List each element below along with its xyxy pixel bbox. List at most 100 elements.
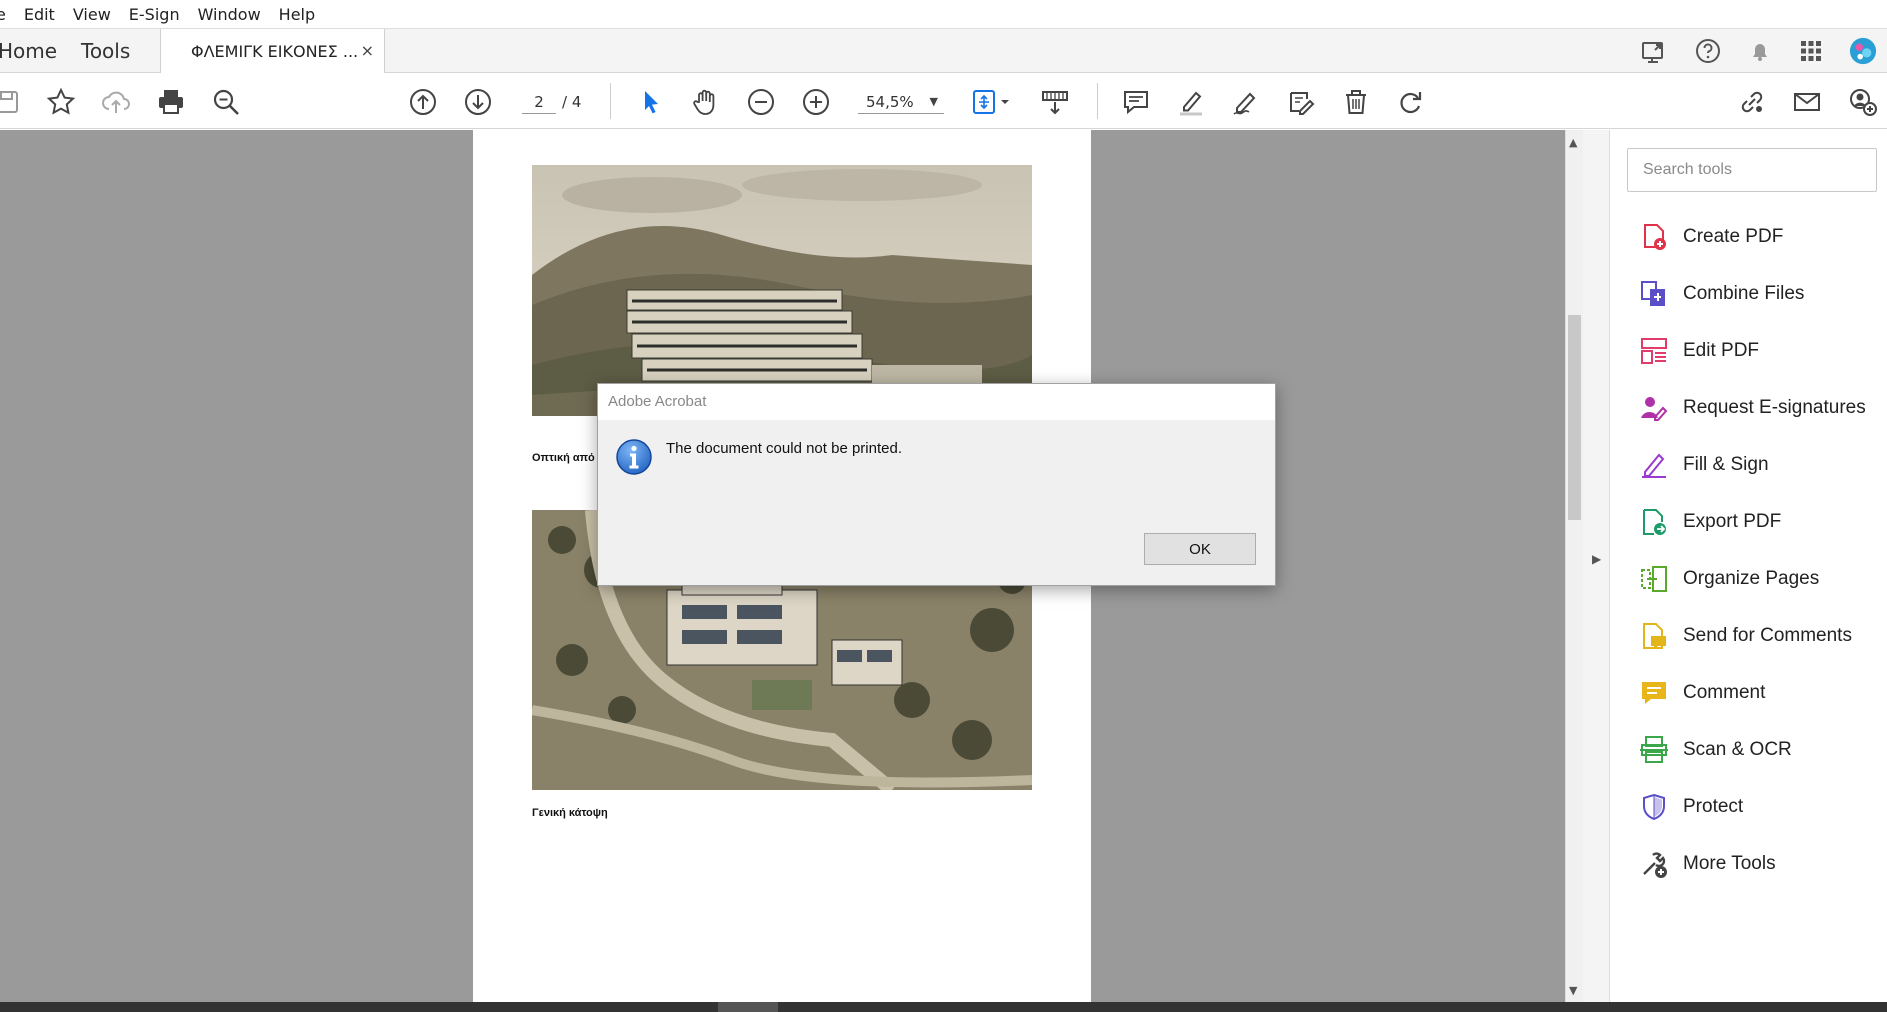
upload-cloud-icon[interactable]: [101, 87, 131, 117]
next-page-icon[interactable]: [463, 87, 493, 117]
send-comments-icon: [1637, 619, 1671, 653]
hand-tool-icon[interactable]: [691, 87, 721, 117]
scroll-down-arrow-icon[interactable]: ▼: [1569, 984, 1577, 997]
tools-panel: ▶ Search tools Create PDF Combine Files …: [1583, 130, 1887, 1002]
edit-pdf-icon: [1637, 334, 1671, 368]
request-esign-icon: [1637, 391, 1671, 425]
tool-label: Send for Comments: [1683, 625, 1852, 646]
panel-collapse-strip[interactable]: ▶: [1583, 130, 1610, 1002]
edit-text-icon[interactable]: [1286, 87, 1316, 117]
page-total: / 4: [562, 93, 582, 111]
tool-label: Combine Files: [1683, 283, 1805, 304]
rotate-icon[interactable]: [1396, 87, 1426, 117]
tool-label: Comment: [1683, 682, 1766, 703]
tool-label: Protect: [1683, 796, 1744, 817]
menu-file[interactable]: e: [0, 5, 15, 24]
protect-icon: [1637, 790, 1671, 824]
tool-label: Organize Pages: [1683, 568, 1820, 589]
draw-freehand-icon[interactable]: [1231, 87, 1261, 117]
tool-label: More Tools: [1683, 853, 1776, 874]
combine-files-icon: [1637, 277, 1671, 311]
menu-view[interactable]: View: [64, 5, 120, 24]
scroll-mode-icon[interactable]: [1040, 87, 1070, 117]
menu-help[interactable]: Help: [270, 5, 324, 24]
dialog-title: Adobe Acrobat: [598, 384, 1275, 420]
fit-page-icon[interactable]: [970, 87, 1014, 117]
toolbar-divider: [1097, 83, 1098, 119]
search-tools-input[interactable]: Search tools: [1627, 148, 1877, 192]
main-toolbar: 2 / 4 54,5% ▼: [0, 73, 1887, 129]
chevron-right-icon[interactable]: ▶: [1592, 552, 1601, 566]
previous-page-icon[interactable]: [408, 87, 438, 117]
save-icon[interactable]: [0, 87, 22, 117]
tab-document-title: ΦΛΕΜΙΓΚ ΕΙΚΟΝΕΣ ...: [191, 42, 359, 61]
delete-trash-icon[interactable]: [1341, 87, 1371, 117]
tool-send-for-comments[interactable]: Send for Comments: [1637, 616, 1877, 656]
fill-sign-icon: [1637, 448, 1671, 482]
export-pdf-icon: [1637, 505, 1671, 539]
page-number-input[interactable]: 2: [522, 90, 556, 114]
tool-comment[interactable]: Comment: [1637, 673, 1877, 713]
tool-label: Request E-signatures: [1683, 397, 1866, 418]
rendering-hillside-photo: [532, 165, 1032, 416]
tool-scan-ocr[interactable]: Scan & OCR: [1637, 730, 1877, 770]
tab-home[interactable]: Home: [0, 39, 57, 63]
tool-protect[interactable]: Protect: [1637, 787, 1877, 827]
photo-caption: Οπτική από: [532, 452, 595, 464]
highlight-pen-icon[interactable]: [1176, 87, 1206, 117]
find-zoom-icon[interactable]: [211, 87, 241, 117]
zoom-out-icon[interactable]: [746, 87, 776, 117]
ok-button[interactable]: OK: [1144, 533, 1256, 565]
chevron-down-icon: ▼: [929, 95, 938, 108]
acrobat-window: e Edit View E-Sign Window Help Home Tool…: [0, 0, 1887, 1012]
tool-export-pdf[interactable]: Export PDF: [1637, 502, 1877, 542]
info-icon: [615, 438, 653, 476]
scroll-up-arrow-icon[interactable]: ▲: [1569, 136, 1577, 149]
zoom-in-icon[interactable]: [801, 87, 831, 117]
menu-edit[interactable]: Edit: [15, 5, 64, 24]
error-dialog: Adobe Acrobat The document could not be …: [597, 383, 1276, 586]
tab-bar: Home Tools ΦΛΕΜΙΓΚ ΕΙΚΟΝΕΣ ... ×: [0, 28, 1887, 74]
share-screen-icon[interactable]: [1640, 37, 1668, 65]
notifications-bell-icon[interactable]: [1746, 37, 1774, 65]
photo-caption: Γενική κάτοψη: [532, 807, 608, 819]
email-envelope-icon[interactable]: [1792, 87, 1822, 117]
tab-document[interactable]: ΦΛΕΜΙΓΚ ΕΙΚΟΝΕΣ ... ×: [160, 29, 385, 74]
tool-edit-pdf[interactable]: Edit PDF: [1637, 331, 1877, 371]
add-user-icon[interactable]: [1847, 87, 1877, 117]
tool-label: Export PDF: [1683, 511, 1782, 532]
tool-create-pdf[interactable]: Create PDF: [1637, 217, 1877, 257]
tab-tools[interactable]: Tools: [81, 39, 130, 63]
tool-combine-files[interactable]: Combine Files: [1637, 274, 1877, 314]
avatar[interactable]: [1849, 37, 1877, 65]
help-icon[interactable]: [1694, 37, 1722, 65]
zoom-level-dropdown[interactable]: 54,5% ▼: [858, 90, 944, 114]
select-cursor-icon[interactable]: [636, 87, 666, 117]
tool-fill-sign[interactable]: Fill & Sign: [1637, 445, 1877, 485]
scrollbar-thumb[interactable]: [1568, 315, 1581, 520]
comment-icon: [1637, 676, 1671, 710]
apps-grid-icon[interactable]: [1797, 37, 1825, 65]
menu-bar: e Edit View E-Sign Window Help: [0, 0, 1887, 28]
organize-pages-icon: [1637, 562, 1671, 596]
tool-request-esignatures[interactable]: Request E-signatures: [1637, 388, 1877, 428]
scan-ocr-icon: [1637, 733, 1671, 767]
tool-organize-pages[interactable]: Organize Pages: [1637, 559, 1877, 599]
taskbar-segment: [718, 1002, 778, 1012]
menu-window[interactable]: Window: [189, 5, 270, 24]
close-tab-icon[interactable]: ×: [361, 41, 374, 60]
add-comment-icon[interactable]: [1121, 87, 1151, 117]
taskbar-strip: [0, 1002, 1887, 1012]
more-tools-icon: [1637, 847, 1671, 881]
share-link-icon[interactable]: [1737, 87, 1767, 117]
tool-label: Create PDF: [1683, 226, 1784, 247]
tool-label: Fill & Sign: [1683, 454, 1769, 475]
tool-more-tools[interactable]: More Tools: [1637, 844, 1877, 884]
tool-label: Scan & OCR: [1683, 739, 1792, 760]
menu-esign[interactable]: E-Sign: [120, 5, 189, 24]
tool-label: Edit PDF: [1683, 340, 1760, 361]
bookmark-star-icon[interactable]: [46, 87, 76, 117]
zoom-level-value: 54,5%: [866, 93, 914, 111]
print-icon[interactable]: [156, 87, 186, 117]
vertical-scrollbar[interactable]: ▲ ▼: [1565, 130, 1583, 1002]
